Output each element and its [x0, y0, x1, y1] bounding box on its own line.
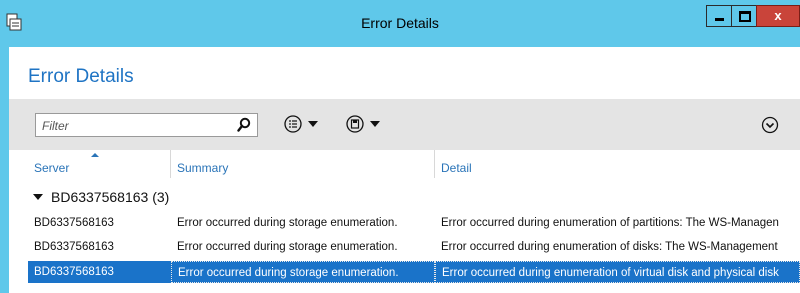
toolbar	[9, 99, 800, 150]
group-label: BD6337568163 (3)	[51, 189, 170, 205]
chevron-down-icon	[370, 121, 380, 127]
window-title: Error Details	[361, 15, 439, 31]
chevron-down-icon	[308, 121, 318, 127]
column-header-label: Summary	[177, 161, 229, 175]
table-row-selected[interactable]: BD6337568163 Error occurred during stora…	[28, 261, 800, 283]
table-row[interactable]: BD6337568163 Error occurred during stora…	[28, 212, 800, 234]
cell-server: BD6337568163	[34, 217, 114, 229]
client-area: Error Details Filter Server Summary Deta…	[9, 47, 800, 293]
save-options-button[interactable]	[346, 114, 386, 134]
filter-box[interactable]	[35, 113, 258, 137]
save-icon	[346, 115, 364, 133]
filter-input[interactable]	[40, 117, 224, 135]
sort-ascending-icon	[91, 153, 99, 157]
cell-server: BD6337568163	[34, 266, 114, 278]
group-header[interactable]: BD6337568163 (3)	[33, 189, 169, 205]
collapse-icon[interactable]	[33, 194, 43, 201]
cell-summary: Error occurred during storage enumeratio…	[177, 241, 398, 253]
page-title: Error Details	[28, 66, 134, 87]
close-button[interactable]: x	[756, 5, 800, 27]
cell-detail: Error occurred during enumeration of dis…	[441, 241, 778, 253]
column-header-label: Server	[34, 161, 70, 175]
column-header-label: Detail	[441, 161, 472, 175]
cell-server: BD6337568163	[34, 241, 114, 253]
list-icon	[284, 115, 302, 133]
error-list: Server Summary Detail BD6337568163 (3) B…	[9, 150, 800, 293]
cell-summary: Error occurred during storage enumeratio…	[177, 217, 398, 229]
expand-icon[interactable]	[761, 116, 779, 134]
column-header-detail[interactable]: Detail	[435, 150, 800, 178]
error-details-window: Error Details x Error Details Filter Ser…	[0, 0, 800, 293]
search-icon[interactable]	[237, 117, 251, 133]
column-header-summary[interactable]: Summary	[171, 150, 435, 178]
title-bar[interactable]: Error Details x	[0, 0, 800, 47]
column-header-server[interactable]: Server	[28, 150, 171, 178]
cell-detail: Error occurred during enumeration of vir…	[435, 261, 800, 283]
table-row[interactable]: BD6337568163 Error occurred during stora…	[28, 236, 800, 258]
cell-summary: Error occurred during storage enumeratio…	[171, 261, 435, 283]
cell-detail: Error occurred during enumeration of par…	[441, 217, 779, 229]
minimize-button[interactable]	[706, 5, 732, 27]
maximize-button[interactable]	[731, 5, 757, 27]
list-options-button[interactable]	[284, 114, 324, 134]
